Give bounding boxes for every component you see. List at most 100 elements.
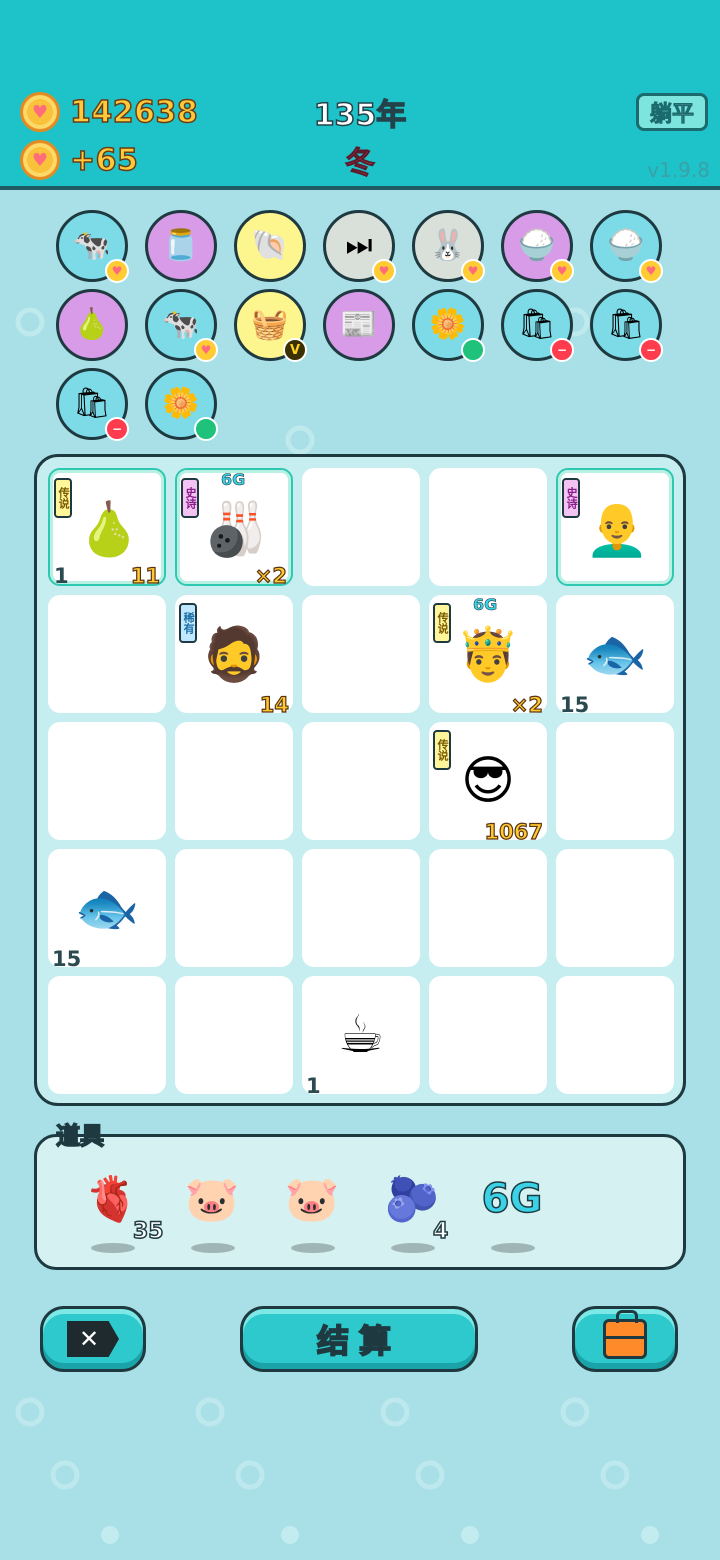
flower-pot-icon[interactable]: 🌼 xyxy=(145,368,218,441)
collection-emoji: 🐰 xyxy=(429,228,467,263)
empty-cell[interactable] xyxy=(48,722,166,840)
item-slot[interactable]: 🫐 4 xyxy=(377,1157,467,1257)
gold-amount: 142638 xyxy=(69,94,199,131)
rarity-tag: 传说 xyxy=(433,730,451,770)
bucket-hat-man-cell[interactable]: 🧔 稀有 14 xyxy=(175,595,293,718)
empty-cell[interactable] xyxy=(302,595,420,713)
heart-badge-icon: ♥ xyxy=(372,259,396,283)
items-title: 道具 xyxy=(55,1121,105,1151)
heart-badge-icon: ♥ xyxy=(461,259,485,283)
rice-bowl-icon[interactable]: 🍚 ♥ xyxy=(501,210,574,283)
exit-button[interactable]: ✕ xyxy=(40,1306,146,1372)
rarity-tag: 史诗 xyxy=(181,478,199,518)
cell-left-count: 1 xyxy=(306,1074,321,1098)
item-slot[interactable]: 🐷 xyxy=(277,1157,367,1257)
heart-badge-icon: ♥ xyxy=(550,259,574,283)
fish-cell[interactable]: 🐟 15 xyxy=(48,849,166,971)
piggy-bank-icon: 🐷 xyxy=(284,1174,340,1225)
pear-cell[interactable]: 🍐 传说 1 11 xyxy=(48,468,166,589)
cell-right-count: ×2 xyxy=(510,692,543,717)
slot-board: 🍐 传说 1 11 🎳 6G 史诗 ×2 👨‍🦲 史诗 🧔 稀有 14 🤴 6G 传说 ×2 🐟 15 😎 传说 1067… xyxy=(34,454,686,1106)
empty-cell[interactable] xyxy=(429,976,547,1094)
empty-cell[interactable] xyxy=(175,976,293,1094)
item-slot[interactable]: 🐷 xyxy=(177,1157,267,1257)
empty-cell[interactable] xyxy=(556,849,674,967)
cell-right-count: 1067 xyxy=(484,819,544,844)
cell-left-count: 15 xyxy=(560,693,590,717)
empty-cell[interactable] xyxy=(302,849,420,967)
item-shadow xyxy=(391,1243,435,1253)
rice-sack-icon[interactable]: 🛍 − xyxy=(501,289,574,362)
item-slot[interactable]: 6G xyxy=(477,1157,567,1257)
collection-emoji: 🛍 xyxy=(517,307,557,342)
jar-icon[interactable]: 🫙 xyxy=(145,210,217,282)
collection-emoji: 🌼 xyxy=(429,307,467,342)
income-amount: +65 xyxy=(69,142,139,179)
gold-counter: ♥ 142638 xyxy=(20,92,199,132)
empty-cell[interactable] xyxy=(302,468,420,586)
fish-cell[interactable]: 🐟 15 xyxy=(556,595,674,717)
pear-icon[interactable]: 🍐 xyxy=(56,289,128,361)
empty-cell[interactable] xyxy=(48,976,166,1094)
minus-badge-icon: − xyxy=(550,338,574,362)
empty-cell[interactable] xyxy=(429,849,547,967)
rarity-tag: 传说 xyxy=(54,478,72,518)
crowned-man-cell[interactable]: 🤴 6G 传说 ×2 xyxy=(429,595,547,718)
empty-cell[interactable] xyxy=(556,976,674,1094)
sunglasses-man-cell[interactable]: 😎 传说 1067 xyxy=(429,722,547,845)
heart-badge-icon: ♥ xyxy=(105,259,129,283)
kart-rider-cell[interactable]: 🎳 6G 史诗 ×2 xyxy=(175,468,293,589)
item-slot[interactable]: 🫀 35 xyxy=(77,1157,167,1257)
item-count: 4 xyxy=(432,1218,449,1245)
season-label: 冬 xyxy=(345,146,376,182)
backpack-button[interactable] xyxy=(572,1306,678,1372)
heart-coin-icon: ♥ xyxy=(20,140,60,180)
collection-emoji: 🐄 xyxy=(73,228,111,263)
cell-right-count: 11 xyxy=(130,563,160,588)
collection-emoji: 🍚 xyxy=(607,228,645,263)
sixg-label: 6G xyxy=(221,470,246,490)
version-label: v1.9.8 xyxy=(647,158,710,182)
heart-coin-icon: ♥ xyxy=(20,92,60,132)
cow-couple-icon[interactable]: 🐄 ♥ xyxy=(145,289,218,362)
empty-cell[interactable] xyxy=(556,722,674,840)
empty-cell[interactable] xyxy=(429,468,547,586)
rabbit-icon[interactable]: 🐰 ♥ xyxy=(412,210,485,283)
collection-emoji: 🛍 xyxy=(72,386,112,421)
rarity-tag: 传说 xyxy=(433,603,451,643)
collection-emoji: 📰 xyxy=(340,307,378,342)
coffee-cell[interactable]: ☕ 1 xyxy=(302,976,420,1098)
6g-icon: 6G xyxy=(477,1169,547,1229)
empty-cell[interactable] xyxy=(48,595,166,713)
cow-couple-icon[interactable]: 🐄 ♥ xyxy=(56,210,129,283)
collection-emoji: 🐄 xyxy=(162,307,200,342)
flower-pot-icon[interactable]: 🌼 xyxy=(412,289,485,362)
green-dot-icon xyxy=(461,338,485,362)
collection-emoji: 🍚 xyxy=(518,228,556,263)
rice-sack-icon[interactable]: 🛍 − xyxy=(590,289,663,362)
rice-sack-icon[interactable]: 🛍 − xyxy=(56,368,129,441)
empty-cell[interactable] xyxy=(175,849,293,967)
income-counter: ♥ +65 xyxy=(20,140,139,180)
shell-icon[interactable]: 🐚 xyxy=(234,210,306,282)
piggy-bank-icon: 🐷 xyxy=(184,1174,240,1225)
empty-cell[interactable] xyxy=(175,722,293,840)
lie-flat-button[interactable]: 躺平 xyxy=(636,93,708,131)
cell-right-count: ×2 xyxy=(254,563,287,588)
cell-left-count: 15 xyxy=(52,947,82,971)
masked-man-cell[interactable]: 👨‍🦲 史诗 xyxy=(556,468,674,586)
collection-emoji: 🌼 xyxy=(162,386,200,421)
fruit-basket-icon[interactable]: 🧺 V xyxy=(234,289,307,362)
collection-emoji: 🫙 xyxy=(162,228,200,263)
empty-cell[interactable] xyxy=(302,722,420,840)
time-magazine-icon[interactable]: 📰 xyxy=(323,289,395,361)
rice-bowl-icon[interactable]: 🍚 ♥ xyxy=(590,210,663,283)
sixg-item-label: 6G xyxy=(481,1175,543,1223)
skip-icon[interactable]: ⏭ ♥ xyxy=(323,210,396,283)
settle-button[interactable]: 结算 xyxy=(240,1306,478,1372)
collection-emoji: 🧺 xyxy=(251,307,289,342)
items-panel: 🫀 35 🐷 🐷 🫐 4 6G xyxy=(34,1134,686,1270)
cell-right-count: 14 xyxy=(259,692,289,717)
rarity-tag: 史诗 xyxy=(562,478,580,518)
rarity-tag: 稀有 xyxy=(179,603,197,643)
